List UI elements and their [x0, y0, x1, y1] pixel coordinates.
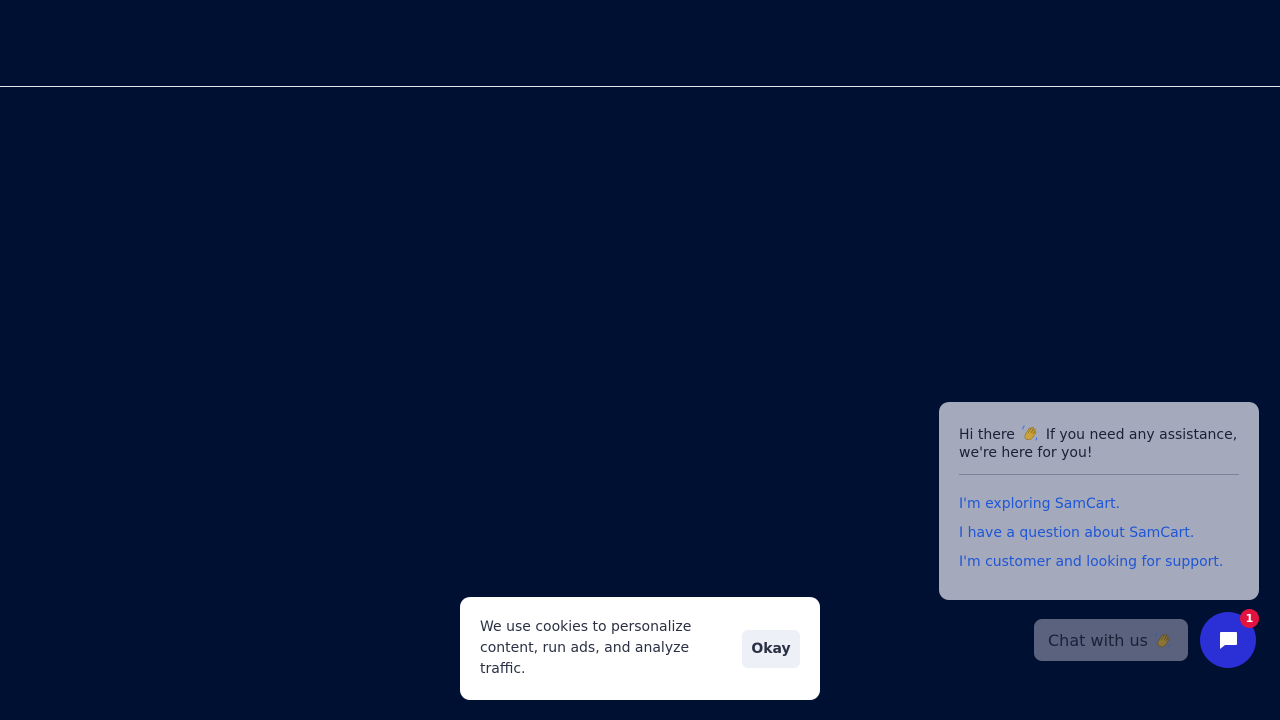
- cookie-banner: We use cookies to personalize content, r…: [460, 597, 820, 700]
- waving-hand-icon: [1022, 425, 1038, 441]
- chat-divider: [959, 474, 1239, 475]
- chat-with-us-button[interactable]: Chat with us: [1034, 619, 1188, 661]
- chat-option-support[interactable]: I'm customer and looking for support.: [959, 553, 1239, 571]
- chat-bubble-icon: [1220, 632, 1237, 649]
- cookie-okay-button[interactable]: Okay: [742, 629, 800, 668]
- unread-badge: 1: [1240, 609, 1259, 628]
- chat-with-us-label: Chat with us: [1048, 630, 1148, 650]
- header-bar: [0, 0, 1280, 87]
- waving-hand-icon: [1155, 632, 1171, 648]
- page: Hi there If you need any assistance, we'…: [0, 0, 1280, 720]
- cookie-message: We use cookies to personalize content, r…: [480, 619, 692, 677]
- chat-option-question[interactable]: I have a question about SamCart.: [959, 524, 1239, 542]
- chat-greeting-start: Hi there: [959, 427, 1015, 443]
- chat-greeting: Hi there If you need any assistance, we'…: [959, 424, 1239, 462]
- chat-welcome-card: Hi there If you need any assistance, we'…: [939, 402, 1259, 600]
- chat-option-exploring[interactable]: I'm exploring SamCart.: [959, 495, 1239, 513]
